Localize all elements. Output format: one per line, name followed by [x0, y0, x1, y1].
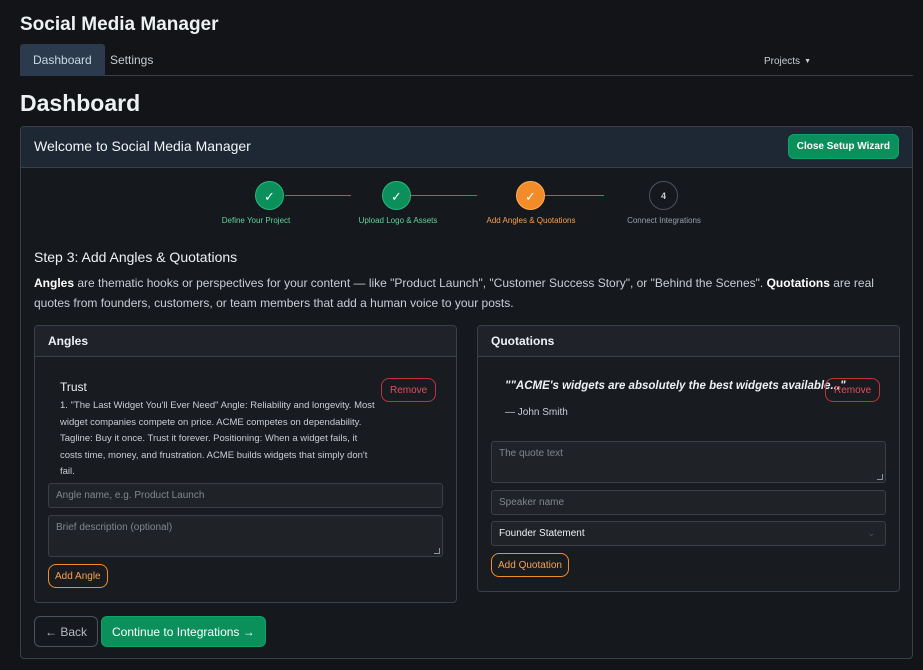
angle-item-description: 1. "The Last Widget You'll Ever Need" An… — [60, 400, 375, 477]
quotation-type-value: Founder Statement — [499, 528, 585, 539]
add-angle-button[interactable]: Add Angle — [48, 564, 108, 588]
quotations-panel: Quotations ""ACME's widgets are absolute… — [477, 325, 900, 592]
wizard-stepper: ✓ Define Your Project ✓ Upload Logo & As… — [21, 181, 912, 231]
remove-angle-button[interactable]: Remove — [381, 378, 437, 402]
wizard-title: Welcome to Social Media Manager — [34, 138, 251, 154]
angles-panel-header: Angles — [35, 326, 456, 357]
close-setup-wizard-button[interactable]: Close Setup Wizard — [787, 134, 899, 159]
quotations-term: Quotations — [766, 276, 830, 290]
angles-panel: Angles Trust 1. "The Last Widget You'll … — [34, 325, 457, 603]
app-title: Social Media Manager — [20, 14, 219, 35]
add-quotation-button[interactable]: Add Quotation — [491, 553, 569, 577]
quote-text-input[interactable] — [491, 441, 886, 483]
resize-grip-icon[interactable] — [877, 474, 883, 480]
step-1-checkmark-icon: ✓ — [255, 181, 284, 210]
angles-explanation: are thematic hooks or perspectives for y… — [74, 276, 767, 290]
remove-quotation-button[interactable]: Remove — [825, 378, 881, 402]
step-connector — [411, 195, 477, 196]
wizard-header: Welcome to Social Media Manager Close Se… — [21, 127, 912, 168]
page-title: Dashboard — [20, 90, 141, 116]
tab-settings[interactable]: Settings — [97, 44, 166, 76]
step-1-label: Define Your Project — [221, 216, 291, 225]
tab-dashboard[interactable]: Dashboard — [20, 44, 105, 76]
speaker-name-input[interactable] — [491, 490, 886, 515]
step-description: Angles are thematic hooks or perspective… — [34, 273, 896, 313]
quotation-type-select[interactable]: Founder Statement ⌄ — [491, 521, 886, 546]
step-connector — [285, 195, 351, 196]
setup-wizard-card: Welcome to Social Media Manager Close Se… — [20, 126, 913, 659]
quotation-item-text: ""ACME's widgets are absolutely the best… — [505, 380, 846, 392]
chevron-down-icon: ⌄ — [867, 528, 875, 538]
step-heading: Step 3: Add Angles & Quotations — [34, 249, 238, 265]
angle-description-input[interactable] — [48, 515, 443, 557]
resize-grip-icon[interactable] — [434, 548, 440, 554]
step-connector — [538, 195, 604, 196]
angle-name-input[interactable] — [48, 483, 443, 508]
top-nav: Dashboard Settings Projects ▼ — [20, 44, 913, 76]
projects-label: Projects — [763, 56, 801, 67]
quotation-item-author: — John Smith — [505, 407, 568, 418]
step-4-number: 4 — [649, 181, 678, 210]
back-button[interactable]: ← Back — [34, 616, 99, 647]
quotations-panel-header: Quotations — [478, 326, 899, 357]
angle-item-name: Trust — [60, 380, 87, 394]
step-3-checkmark-icon: ✓ — [516, 181, 545, 210]
projects-dropdown[interactable]: Projects ▼ — [764, 56, 811, 67]
step-3-label: Add Angles & Quotations — [486, 216, 576, 225]
step-2-checkmark-icon: ✓ — [382, 181, 411, 210]
step-4-label: Connect Integrations — [627, 216, 701, 225]
step-2-label: Upload Logo & Assets — [358, 216, 438, 225]
caret-down-icon: ▼ — [804, 58, 811, 65]
angles-term: Angles — [34, 276, 75, 290]
continue-to-integrations-button[interactable]: Continue to Integrations → — [101, 616, 266, 647]
